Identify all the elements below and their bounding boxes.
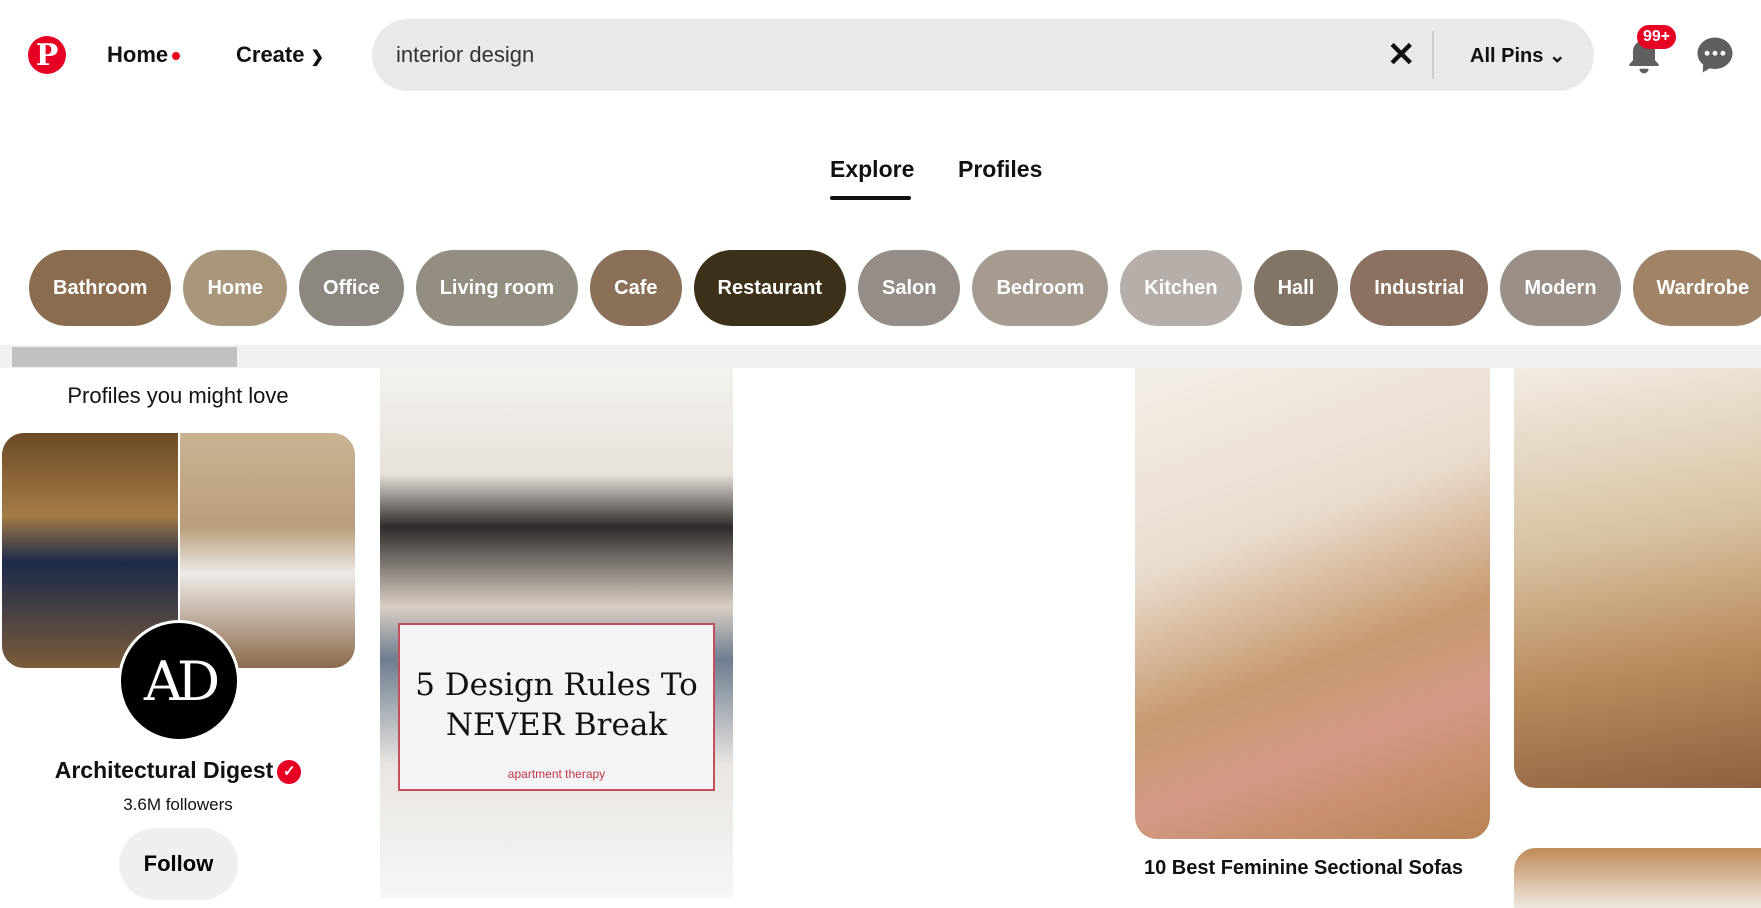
chevron-down-icon: ⌄ — [1548, 45, 1566, 67]
chip-hall[interactable]: Hall — [1253, 250, 1339, 326]
chip-bedroom[interactable]: Bedroom — [972, 250, 1109, 326]
chip-office[interactable]: Office — [299, 250, 404, 326]
pinterest-logo[interactable]: P — [28, 36, 66, 74]
overlay-title-line-1: 5 Design Rules To — [415, 667, 698, 703]
scrollbar-thumb[interactable] — [12, 347, 237, 367]
pin-overlay-card: 5 Design Rules To NEVER Break apartment … — [398, 623, 715, 791]
follow-button[interactable]: Follow — [119, 828, 238, 900]
chip-wardrobe[interactable]: Wardrobe — [1632, 250, 1761, 326]
new-indicator-dot — [172, 52, 181, 61]
pin-caption[interactable]: 10 Best Feminine Sectional Sofas — [1144, 857, 1463, 880]
messages-icon[interactable] — [1694, 34, 1736, 76]
tab-profiles[interactable]: Profiles — [958, 156, 1042, 183]
category-chips: Bathroom Home Office Living room Cafe Restaur… — [29, 250, 1761, 326]
chip-kitchen[interactable]: Kitchen — [1120, 250, 1242, 326]
chip-restaurant[interactable]: Restaurant — [693, 250, 847, 326]
clear-search-icon[interactable]: ✕ — [1387, 35, 1416, 75]
home-label: Home — [107, 42, 169, 67]
chip-modern[interactable]: Modern — [1500, 250, 1621, 326]
nav-create[interactable]: Create ❯ — [236, 42, 324, 68]
search-filter-dropdown[interactable]: All Pins ⌄ — [1470, 43, 1566, 68]
avatar[interactable]: AD — [118, 620, 240, 742]
active-tab-indicator — [830, 196, 911, 200]
overlay-brand: apartment therapy — [507, 767, 606, 781]
tab-explore[interactable]: Explore — [830, 156, 914, 183]
horizontal-scrollbar[interactable] — [0, 345, 1761, 368]
divider — [1432, 31, 1434, 79]
chevron-down-icon: ❯ — [310, 49, 325, 66]
chip-salon[interactable]: Salon — [858, 250, 961, 326]
nav-home[interactable]: Home — [107, 42, 181, 68]
search-bar: ✕ All Pins ⌄ — [372, 19, 1594, 91]
chip-industrial[interactable]: Industrial — [1350, 250, 1489, 326]
profile-name[interactable]: Architectural Digest ✓ — [0, 757, 356, 784]
notification-badge: 99+ — [1637, 25, 1677, 49]
chip-bathroom[interactable]: Bathroom — [29, 250, 172, 326]
pin-image-pink-sofa[interactable] — [1135, 368, 1490, 839]
search-input[interactable] — [396, 19, 1296, 91]
profiles-heading: Profiles you might love — [67, 383, 289, 408]
chip-home[interactable]: Home — [183, 250, 288, 326]
overlay-title-line-2: NEVER Break — [445, 707, 668, 743]
chip-living-room[interactable]: Living room — [415, 250, 579, 326]
chip-cafe[interactable]: Cafe — [590, 250, 682, 326]
pin-image-boho-room[interactable] — [1514, 368, 1761, 788]
create-label: Create — [236, 42, 305, 67]
pin-image-ceiling[interactable] — [1514, 848, 1761, 908]
follower-count: 3.6M followers — [123, 795, 233, 814]
verified-check-icon: ✓ — [277, 760, 302, 784]
